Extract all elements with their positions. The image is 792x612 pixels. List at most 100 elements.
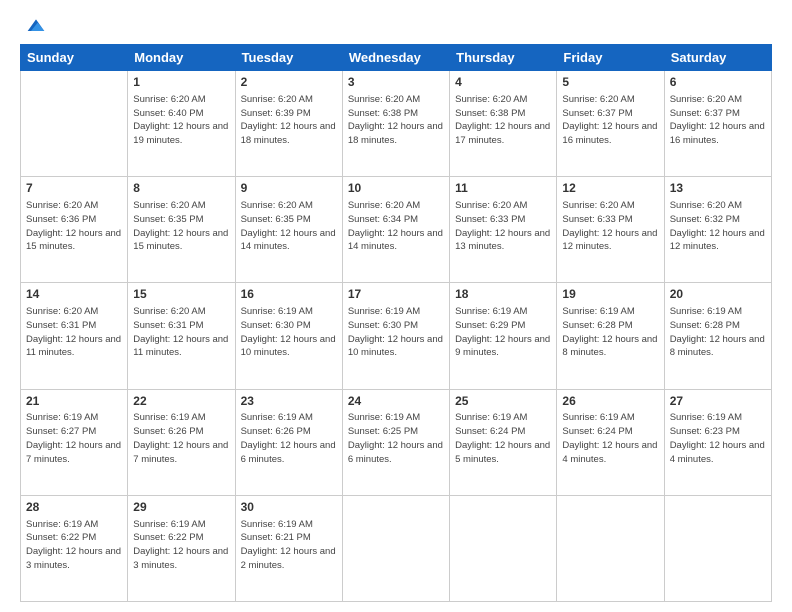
day-cell (450, 495, 557, 601)
day-number: 27 (670, 393, 766, 410)
day-info: Sunrise: 6:19 AM Sunset: 6:27 PM Dayligh… (26, 411, 122, 466)
day-info: Sunrise: 6:19 AM Sunset: 6:28 PM Dayligh… (670, 305, 766, 360)
day-number: 9 (241, 180, 337, 197)
day-info: Sunrise: 6:19 AM Sunset: 6:22 PM Dayligh… (26, 518, 122, 573)
week-row-4: 28 Sunrise: 6:19 AM Sunset: 6:22 PM Dayli… (21, 495, 772, 601)
day-info: Sunrise: 6:19 AM Sunset: 6:23 PM Dayligh… (670, 411, 766, 466)
weekday-header-saturday: Saturday (664, 45, 771, 71)
day-cell: 27Sunrise: 6:19 AM Sunset: 6:23 PM Dayli… (664, 389, 771, 495)
day-cell: 5 Sunrise: 6:20 AM Sunset: 6:37 PM Daylig… (557, 71, 664, 177)
day-cell: 12Sunrise: 6:20 AM Sunset: 6:33 PM Dayli… (557, 177, 664, 283)
day-number: 1 (133, 74, 229, 91)
day-cell: 14 Sunrise: 6:20 AM Sunset: 6:31 PM Dayli… (21, 283, 128, 389)
day-cell (342, 495, 449, 601)
day-cell: 1 Sunrise: 6:20 AM Sunset: 6:40 PM Daylig… (128, 71, 235, 177)
day-number: 2 (241, 74, 337, 91)
day-info: Sunrise: 6:20 AM Sunset: 6:31 PM Dayligh… (133, 305, 229, 360)
day-number: 4 (455, 74, 551, 91)
day-cell: 19 Sunrise: 6:19 AM Sunset: 6:28 PM Dayli… (557, 283, 664, 389)
week-row-2: 14 Sunrise: 6:20 AM Sunset: 6:31 PM Dayli… (21, 283, 772, 389)
day-cell: 8 Sunrise: 6:20 AM Sunset: 6:35 PM Daylig… (128, 177, 235, 283)
day-number: 25 (455, 393, 551, 410)
calendar-table: SundayMondayTuesdayWednesdayThursdayFrid… (20, 44, 772, 602)
day-number: 24 (348, 393, 444, 410)
day-info: Sunrise: 6:20 AM Sunset: 6:32 PM Dayligh… (670, 199, 766, 254)
day-cell (664, 495, 771, 601)
day-info: Sunrise: 6:19 AM Sunset: 6:26 PM Dayligh… (241, 411, 337, 466)
day-number: 26 (562, 393, 658, 410)
day-cell: 23Sunrise: 6:19 AM Sunset: 6:26 PM Dayli… (235, 389, 342, 495)
day-cell: 9Sunrise: 6:20 AM Sunset: 6:35 PM Daylig… (235, 177, 342, 283)
week-row-0: 1 Sunrise: 6:20 AM Sunset: 6:40 PM Daylig… (21, 71, 772, 177)
day-cell: 17 Sunrise: 6:19 AM Sunset: 6:30 PM Dayli… (342, 283, 449, 389)
day-number: 11 (455, 180, 551, 197)
day-info: Sunrise: 6:19 AM Sunset: 6:28 PM Dayligh… (562, 305, 658, 360)
day-number: 12 (562, 180, 658, 197)
day-number: 22 (133, 393, 229, 410)
day-cell: 11 Sunrise: 6:20 AM Sunset: 6:33 PM Dayli… (450, 177, 557, 283)
day-cell: 20 Sunrise: 6:19 AM Sunset: 6:28 PM Dayli… (664, 283, 771, 389)
day-cell: 15 Sunrise: 6:20 AM Sunset: 6:31 PM Dayli… (128, 283, 235, 389)
day-number: 3 (348, 74, 444, 91)
day-cell: 28 Sunrise: 6:19 AM Sunset: 6:22 PM Dayli… (21, 495, 128, 601)
day-cell: 10 Sunrise: 6:20 AM Sunset: 6:34 PM Dayli… (342, 177, 449, 283)
day-number: 15 (133, 286, 229, 303)
day-info: Sunrise: 6:19 AM Sunset: 6:24 PM Dayligh… (455, 411, 551, 466)
week-row-3: 21Sunrise: 6:19 AM Sunset: 6:27 PM Dayli… (21, 389, 772, 495)
day-cell: 21Sunrise: 6:19 AM Sunset: 6:27 PM Dayli… (21, 389, 128, 495)
day-number: 20 (670, 286, 766, 303)
day-info: Sunrise: 6:19 AM Sunset: 6:30 PM Dayligh… (241, 305, 337, 360)
day-cell: 13 Sunrise: 6:20 AM Sunset: 6:32 PM Dayli… (664, 177, 771, 283)
page: SundayMondayTuesdayWednesdayThursdayFrid… (0, 0, 792, 612)
day-cell: 6Sunrise: 6:20 AM Sunset: 6:37 PM Daylig… (664, 71, 771, 177)
weekday-header-wednesday: Wednesday (342, 45, 449, 71)
day-number: 6 (670, 74, 766, 91)
day-info: Sunrise: 6:20 AM Sunset: 6:39 PM Dayligh… (241, 93, 337, 148)
weekday-header-tuesday: Tuesday (235, 45, 342, 71)
day-cell (557, 495, 664, 601)
day-cell: 7 Sunrise: 6:20 AM Sunset: 6:36 PM Daylig… (21, 177, 128, 283)
day-number: 23 (241, 393, 337, 410)
day-number: 17 (348, 286, 444, 303)
day-info: Sunrise: 6:20 AM Sunset: 6:31 PM Dayligh… (26, 305, 122, 360)
day-number: 13 (670, 180, 766, 197)
day-cell: 30 Sunrise: 6:19 AM Sunset: 6:21 PM Dayli… (235, 495, 342, 601)
header (20, 16, 772, 36)
day-info: Sunrise: 6:20 AM Sunset: 6:40 PM Dayligh… (133, 93, 229, 148)
day-cell: 16 Sunrise: 6:19 AM Sunset: 6:30 PM Dayli… (235, 283, 342, 389)
day-number: 7 (26, 180, 122, 197)
day-cell: 22Sunrise: 6:19 AM Sunset: 6:26 PM Dayli… (128, 389, 235, 495)
day-cell: 26Sunrise: 6:19 AM Sunset: 6:24 PM Dayli… (557, 389, 664, 495)
day-number: 8 (133, 180, 229, 197)
day-cell: 3Sunrise: 6:20 AM Sunset: 6:38 PM Daylig… (342, 71, 449, 177)
weekday-header-row: SundayMondayTuesdayWednesdayThursdayFrid… (21, 45, 772, 71)
day-info: Sunrise: 6:20 AM Sunset: 6:37 PM Dayligh… (562, 93, 658, 148)
weekday-header-sunday: Sunday (21, 45, 128, 71)
day-number: 14 (26, 286, 122, 303)
day-info: Sunrise: 6:19 AM Sunset: 6:30 PM Dayligh… (348, 305, 444, 360)
day-number: 16 (241, 286, 337, 303)
day-number: 29 (133, 499, 229, 516)
day-number: 21 (26, 393, 122, 410)
day-info: Sunrise: 6:20 AM Sunset: 6:33 PM Dayligh… (455, 199, 551, 254)
day-info: Sunrise: 6:20 AM Sunset: 6:36 PM Dayligh… (26, 199, 122, 254)
day-info: Sunrise: 6:19 AM Sunset: 6:22 PM Dayligh… (133, 518, 229, 573)
day-cell: 24Sunrise: 6:19 AM Sunset: 6:25 PM Dayli… (342, 389, 449, 495)
day-number: 28 (26, 499, 122, 516)
week-row-1: 7 Sunrise: 6:20 AM Sunset: 6:36 PM Daylig… (21, 177, 772, 283)
day-info: Sunrise: 6:19 AM Sunset: 6:21 PM Dayligh… (241, 518, 337, 573)
day-cell: 25Sunrise: 6:19 AM Sunset: 6:24 PM Dayli… (450, 389, 557, 495)
day-info: Sunrise: 6:19 AM Sunset: 6:26 PM Dayligh… (133, 411, 229, 466)
day-info: Sunrise: 6:20 AM Sunset: 6:34 PM Dayligh… (348, 199, 444, 254)
logo-icon (26, 16, 46, 36)
day-number: 19 (562, 286, 658, 303)
day-cell: 18Sunrise: 6:19 AM Sunset: 6:29 PM Dayli… (450, 283, 557, 389)
day-info: Sunrise: 6:20 AM Sunset: 6:35 PM Dayligh… (133, 199, 229, 254)
day-info: Sunrise: 6:20 AM Sunset: 6:38 PM Dayligh… (455, 93, 551, 148)
day-number: 5 (562, 74, 658, 91)
day-number: 10 (348, 180, 444, 197)
weekday-header-friday: Friday (557, 45, 664, 71)
logo (20, 16, 46, 36)
weekday-header-monday: Monday (128, 45, 235, 71)
day-number: 30 (241, 499, 337, 516)
